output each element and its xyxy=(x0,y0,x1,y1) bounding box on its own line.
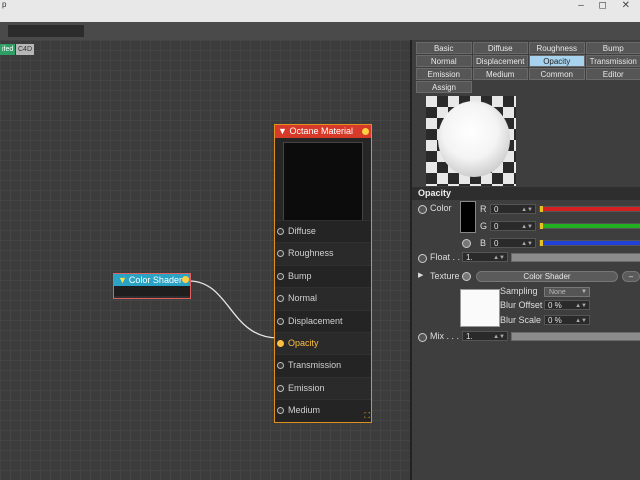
g-value-field[interactable]: 0 ▲▼ xyxy=(490,221,536,231)
float-slider[interactable] xyxy=(511,253,640,262)
texture-link-icon[interactable] xyxy=(462,272,471,281)
port-medium[interactable]: Medium xyxy=(275,399,371,422)
tab-medium[interactable]: Medium xyxy=(472,68,528,80)
title-bar: p – ◻ ✕ xyxy=(0,0,640,22)
blur-scale-label: Blur Scale xyxy=(500,315,542,325)
color-swatch[interactable] xyxy=(460,201,476,233)
mix-value-field[interactable]: 1. ▲▼ xyxy=(462,331,508,341)
toolbar-field[interactable] xyxy=(8,25,84,37)
collapse-triangle-icon[interactable]: ▼ xyxy=(118,275,127,285)
port-diffuse[interactable]: Diffuse xyxy=(275,220,371,243)
octane-material-node[interactable]: ▼ Octane Material Diffuse Roughness Bump… xyxy=(274,124,372,423)
blur-scale-field[interactable]: 0 % ▲▼ xyxy=(544,315,590,325)
tab-displacement[interactable]: Displacement xyxy=(472,55,528,67)
color-shader-node-header[interactable]: ▼ Color Shader xyxy=(114,274,190,286)
float-radio-icon[interactable] xyxy=(418,254,427,263)
port-pin-icon[interactable] xyxy=(277,228,284,235)
float-label: Float . . xyxy=(430,252,461,262)
b-label: B xyxy=(480,238,487,248)
texture-label: Texture xyxy=(430,271,460,281)
port-opacity[interactable]: Opacity xyxy=(275,331,371,355)
color-picker-icon[interactable] xyxy=(462,239,471,248)
section-title: Opacity xyxy=(412,187,640,200)
blur-offset-label: Blur Offset xyxy=(500,300,543,310)
g-label: G xyxy=(480,221,488,231)
port-transmission[interactable]: Transmission xyxy=(275,354,371,377)
octane-material-node-header[interactable]: ▼ Octane Material xyxy=(275,125,371,138)
mix-slider[interactable] xyxy=(511,332,640,341)
color-shader-node-title: Color Shader xyxy=(128,275,182,285)
mix-label: Mix . . . xyxy=(430,331,459,341)
tab-normal[interactable]: Normal xyxy=(416,55,472,67)
sampling-dropdown[interactable]: None ▼ xyxy=(544,287,590,297)
window-controls[interactable]: – ◻ ✕ xyxy=(578,0,636,11)
texture-shader-button[interactable]: Color Shader xyxy=(476,271,618,282)
port-pin-icon[interactable] xyxy=(277,295,284,303)
tab-bump[interactable]: Bump xyxy=(585,42,640,54)
material-preview-thumbnail xyxy=(283,142,363,222)
channel-tabs: Basic Diffuse Roughness Bump Normal Disp… xyxy=(416,42,640,94)
sampling-label: Sampling xyxy=(500,286,538,296)
mix-radio-icon[interactable] xyxy=(418,333,427,342)
tab-transmission[interactable]: Transmission xyxy=(585,55,640,67)
color-label: Color xyxy=(430,203,452,213)
texture-thumbnail xyxy=(460,289,500,327)
tab-opacity[interactable]: Opacity xyxy=(529,55,585,67)
window-title: p xyxy=(2,0,7,9)
output-port-icon[interactable] xyxy=(182,276,189,283)
port-pin-icon[interactable] xyxy=(277,339,284,347)
blur-offset-field[interactable]: 0 % ▲▼ xyxy=(544,300,590,310)
r-value-field[interactable]: 0 ▲▼ xyxy=(490,204,536,214)
tab-roughness[interactable]: Roughness xyxy=(529,42,585,54)
g-slider[interactable] xyxy=(539,223,640,229)
tab-common[interactable]: Common xyxy=(529,68,585,80)
port-pin-icon[interactable] xyxy=(277,250,284,258)
input-port-list: Diffuse Roughness Bump Normal Displaceme… xyxy=(275,220,371,422)
r-label: R xyxy=(480,204,487,214)
port-pin-icon[interactable] xyxy=(277,272,284,280)
b-value-field[interactable]: 0 ▲▼ xyxy=(490,238,536,248)
tab-basic[interactable]: Basic xyxy=(416,42,472,54)
port-pin-icon[interactable] xyxy=(277,384,284,392)
port-pin-icon[interactable] xyxy=(277,362,284,370)
port-normal[interactable]: Normal xyxy=(275,287,371,310)
port-pin-icon[interactable] xyxy=(277,317,284,325)
port-roughness[interactable]: Roughness xyxy=(275,242,371,265)
resize-corner-icon[interactable]: ⛶ xyxy=(364,411,370,421)
output-port-icon[interactable] xyxy=(362,128,369,135)
tab-emission[interactable]: Emission xyxy=(416,68,472,80)
toolbar xyxy=(0,22,640,40)
preview-sphere xyxy=(438,101,510,177)
port-bump[interactable]: Bump xyxy=(275,264,371,288)
port-displacement[interactable]: Displacement xyxy=(275,309,371,332)
texture-options-button[interactable]: – xyxy=(622,271,640,282)
port-pin-icon[interactable] xyxy=(277,407,284,415)
color-shader-node-body xyxy=(114,286,190,296)
material-preview xyxy=(426,96,516,186)
expand-triangle-icon[interactable]: ▶ xyxy=(418,271,423,279)
octane-material-node-title: Octane Material xyxy=(289,126,353,136)
tab-diffuse[interactable]: Diffuse xyxy=(472,42,528,54)
port-emission[interactable]: Emission xyxy=(275,376,371,400)
float-value-field[interactable]: 1. ▲▼ xyxy=(462,252,508,262)
canvas-tag-green[interactable]: ifed xyxy=(0,44,16,55)
attribute-panel: Basic Diffuse Roughness Bump Normal Disp… xyxy=(410,40,640,480)
tab-editor[interactable]: Editor xyxy=(585,68,640,80)
collapse-triangle-icon[interactable]: ▼ xyxy=(278,126,287,136)
color-radio-icon[interactable] xyxy=(418,205,427,214)
tab-assign[interactable]: Assign xyxy=(416,81,472,93)
color-shader-node[interactable]: ▼ Color Shader xyxy=(113,273,191,299)
r-slider[interactable] xyxy=(539,206,640,212)
canvas-tag-c4d[interactable]: C4D xyxy=(16,44,35,55)
b-slider[interactable] xyxy=(539,240,640,246)
